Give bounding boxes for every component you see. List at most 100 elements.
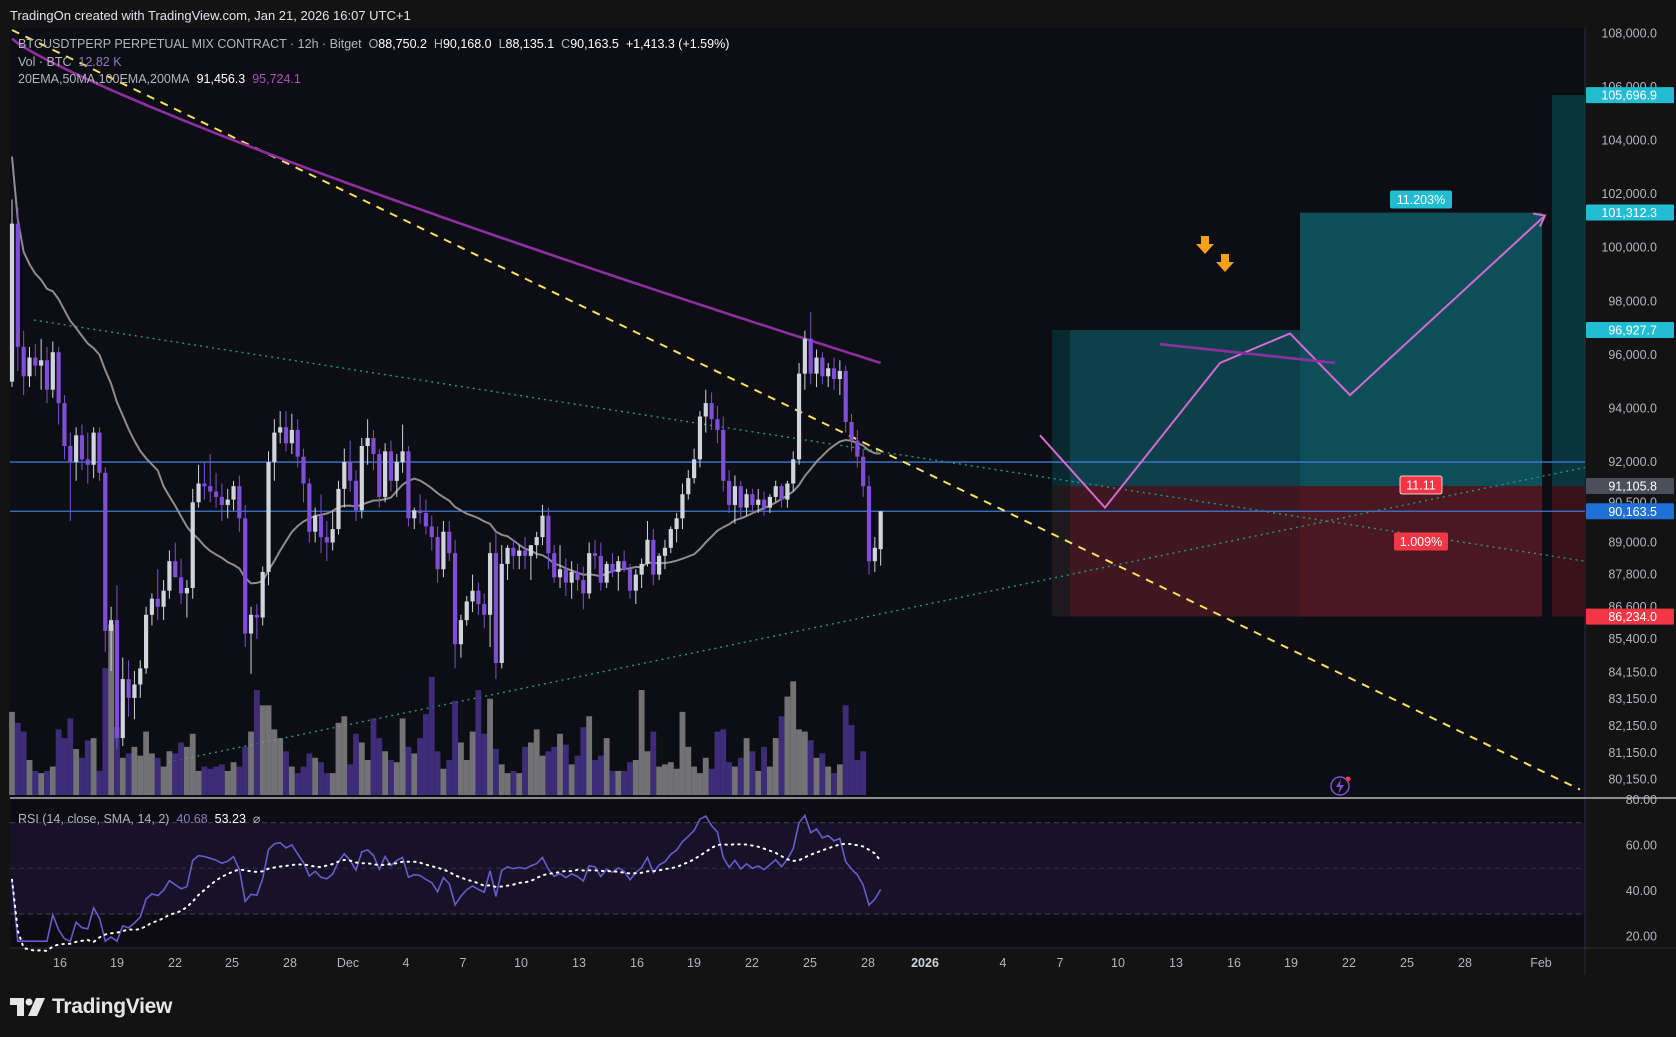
- ohlc-open: 88,750.2: [378, 37, 427, 51]
- price-tick-label: 83,150.0: [1608, 692, 1657, 706]
- volume-bar: [353, 733, 359, 795]
- volume-bar: [259, 705, 266, 795]
- volume-bar: [574, 755, 581, 795]
- price-tick-label: 108,000.0: [1601, 26, 1657, 40]
- candle-body: [295, 429, 300, 457]
- volume-bar: [487, 698, 493, 795]
- volume-bar: [714, 731, 721, 795]
- volume-bar: [527, 742, 534, 795]
- candle-body: [243, 518, 248, 634]
- volume-bar: [813, 757, 820, 795]
- volume-bar: [428, 676, 435, 795]
- volume-bar: [248, 731, 254, 795]
- candle-body: [50, 352, 55, 390]
- candle-body: [371, 437, 376, 455]
- candle-body: [668, 529, 673, 548]
- volume-bar: [213, 766, 219, 795]
- volume-value: 12.82 K: [78, 55, 122, 69]
- volume-bar: [679, 711, 686, 795]
- candle-body: [464, 601, 469, 621]
- volume-bar: [440, 768, 447, 795]
- candle-body: [470, 590, 475, 602]
- volume-bar: [189, 733, 196, 795]
- rsi-tick-label: 80.00: [1626, 793, 1657, 807]
- volume-bar: [749, 751, 756, 795]
- candle-body: [423, 512, 429, 527]
- price-label-target: 96,927.7: [1608, 324, 1657, 338]
- time-tick-label: 7: [1057, 956, 1064, 970]
- candle-body: [39, 360, 44, 366]
- candle-body: [394, 462, 399, 481]
- time-tick-label: Feb: [1530, 956, 1552, 970]
- candle-body: [802, 338, 807, 374]
- volume-bar: [370, 718, 377, 795]
- candle-body: [872, 547, 877, 562]
- volume-bar: [644, 751, 651, 795]
- price-chart[interactable]: 108,000.0106,000.0104,000.0102,000.0100,…: [0, 0, 1676, 1037]
- volume-bar: [522, 746, 528, 795]
- volume-bar: [242, 746, 249, 795]
- volume-bar: [691, 766, 698, 795]
- volume-bar: [533, 729, 540, 795]
- candle-body: [318, 515, 324, 538]
- candle-body: [114, 620, 120, 739]
- candle-body: [412, 510, 417, 519]
- candle-body: [814, 357, 819, 374]
- volume-bar: [399, 718, 406, 795]
- candle-body: [400, 451, 405, 463]
- volume-bar: [743, 738, 750, 795]
- ma-legend: 20EMA,50MA,100EMA,200MA 91,456.3 95,724.…: [18, 72, 301, 86]
- candle-body: [820, 357, 825, 377]
- volume-bar: [673, 768, 680, 795]
- price-tick-label: 98,000.0: [1608, 294, 1657, 308]
- volume-bar: [597, 755, 604, 795]
- candle-body: [592, 553, 598, 556]
- time-tick-label: 16: [630, 956, 644, 970]
- volume-bar: [347, 764, 354, 795]
- candle-body: [861, 456, 866, 487]
- candle-body: [674, 518, 679, 530]
- candle-body: [313, 515, 318, 532]
- candle-body: [359, 445, 364, 511]
- candle-body: [196, 483, 201, 503]
- candle-body: [866, 486, 872, 562]
- stop-ratio-label: 11.11: [1406, 479, 1435, 493]
- candle-body: [68, 445, 73, 463]
- candle-body: [27, 357, 32, 377]
- time-tick-label: 25: [225, 956, 239, 970]
- candle-body: [418, 510, 423, 513]
- time-tick-label: 7: [460, 956, 467, 970]
- candle-body: [62, 403, 67, 446]
- candle-body: [336, 488, 341, 530]
- volume-bar: [603, 738, 610, 795]
- candle-body: [383, 451, 388, 497]
- time-tick-label: 4: [1000, 956, 1007, 970]
- candle-body: [692, 459, 697, 479]
- volume-bar: [61, 738, 68, 795]
- candle-body: [173, 561, 178, 578]
- price-tick-label: 87,800.0: [1608, 568, 1657, 582]
- candle-body: [15, 223, 20, 347]
- price-tick-label: 104,000.0: [1601, 134, 1657, 148]
- candle-body: [546, 515, 551, 554]
- zone-divider: [1052, 330, 1070, 617]
- volume-bar: [137, 755, 144, 795]
- candle-body: [219, 496, 224, 505]
- candle-body: [9, 223, 15, 382]
- time-tick-label: 22: [168, 956, 182, 970]
- candle-body: [575, 571, 580, 580]
- price-tick-label: 102,000.0: [1601, 187, 1657, 201]
- price-label-entry: 91,105.8: [1608, 480, 1657, 494]
- volume-bar: [178, 742, 184, 795]
- volume-bar: [143, 731, 150, 795]
- volume-bar: [510, 770, 517, 795]
- volume-bar: [609, 770, 616, 795]
- price-tick-label: 92,000.0: [1608, 455, 1657, 469]
- time-tick-label: 19: [687, 956, 701, 970]
- price-tick-label: 94,000.0: [1608, 401, 1657, 415]
- volume-bar: [848, 725, 855, 795]
- candle-body: [307, 483, 312, 532]
- rsi-tick-label: 20.00: [1626, 930, 1657, 944]
- volume-bar: [737, 757, 744, 795]
- candle-body: [272, 432, 277, 463]
